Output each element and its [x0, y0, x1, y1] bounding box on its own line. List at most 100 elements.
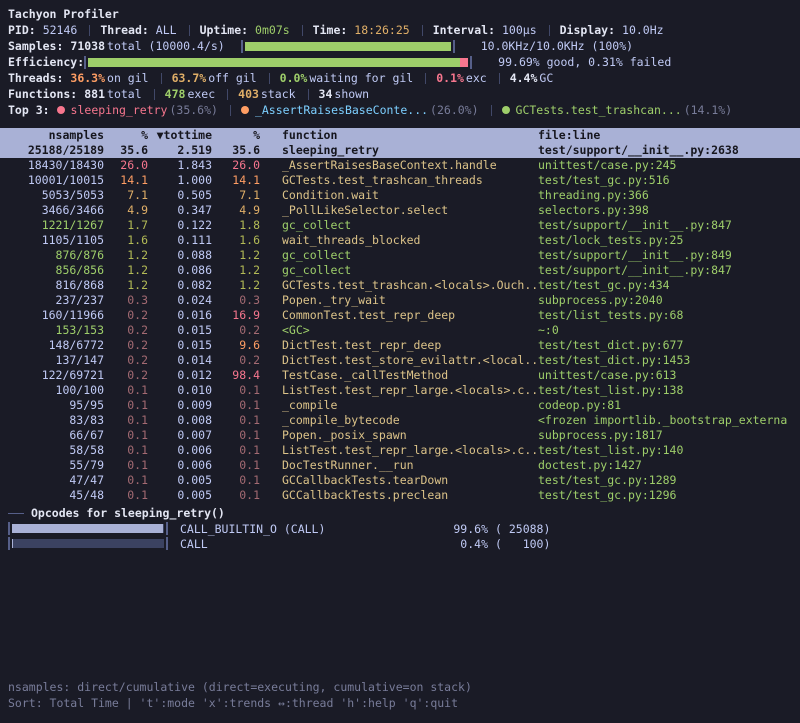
- time-label: Time:: [313, 23, 348, 37]
- functions-shown: 34: [319, 87, 333, 101]
- cell-pct-cum: 1.8: [212, 218, 260, 233]
- header-function[interactable]: function: [260, 128, 538, 143]
- cell-pct-total: 0.1: [104, 413, 148, 428]
- table-row[interactable]: 3466/34664.90.3474.9_PollLikeSelector.se…: [0, 203, 800, 218]
- cell-file-line: test/test_gc.py:434: [538, 278, 670, 293]
- table-row[interactable]: 137/1470.20.0140.2DictTest.test_store_ev…: [0, 353, 800, 368]
- cell-pct-total: 26.0: [104, 158, 148, 173]
- separator: [161, 73, 162, 84]
- app-title: Tachyon Profiler: [8, 7, 119, 21]
- cell-function: sleeping_retry: [260, 143, 538, 158]
- cell-nsamples: 100/100: [0, 383, 104, 398]
- test-tube-icon: [502, 106, 510, 114]
- opcode-bar-track: [12, 539, 164, 548]
- samples-line: Samples: 71038 total (10000.4/s) 10.0KHz…: [0, 38, 800, 54]
- cell-pct-total: 0.1: [104, 473, 148, 488]
- table-row[interactable]: 237/2370.30.0240.3Popen._try_waitsubproc…: [0, 293, 800, 308]
- cell-file-line: test/support/__init__.py:847: [538, 263, 732, 278]
- header-nsamples[interactable]: nsamples: [0, 128, 104, 143]
- table-row[interactable]: 876/8761.20.0881.2gc_collecttest/support…: [0, 248, 800, 263]
- separator: [89, 25, 90, 36]
- table-row[interactable]: 47/470.10.0050.1GCCallbackTests.tearDown…: [0, 473, 800, 488]
- cell-function: gc_collect: [260, 263, 538, 278]
- table-row[interactable]: 18430/1843026.01.84326.0_AssertRaisesBas…: [0, 158, 800, 173]
- cell-tottime: 0.005: [148, 488, 212, 503]
- table-row[interactable]: 148/67720.20.0159.6DictTest.test_repr_de…: [0, 338, 800, 353]
- cell-nsamples: 5053/5053: [0, 188, 104, 203]
- opcodes-title-text: Opcodes for sleeping_retry(): [31, 506, 225, 520]
- cell-tottime: 0.024: [148, 293, 212, 308]
- footer-keybinds: Sort: Total Time | 't':mode 'x':trends ↔…: [8, 695, 472, 711]
- cell-function: DocTestRunner.__run: [260, 458, 538, 473]
- cell-tottime: 1.843: [148, 158, 212, 173]
- samples-bar-track: [245, 42, 451, 51]
- table-row[interactable]: 66/670.10.0070.1Popen._posix_spawnsubpro…: [0, 428, 800, 443]
- table-header: nsamples % ▼tottime % function file:line: [0, 128, 800, 143]
- cell-nsamples: 66/67: [0, 428, 104, 443]
- separator: [425, 73, 426, 84]
- cell-nsamples: 1221/1267: [0, 218, 104, 233]
- cell-pct-cum: 0.1: [212, 398, 260, 413]
- efficiency-summary: 99.69% good, 0.31% failed: [498, 55, 671, 69]
- cell-file-line: threading.py:366: [538, 188, 649, 203]
- function-table: nsamples % ▼tottime % function file:line…: [0, 128, 800, 503]
- cell-pct-total: 0.1: [104, 383, 148, 398]
- table-row[interactable]: 1105/11051.60.1111.6wait_threads_blocked…: [0, 233, 800, 248]
- cell-function: _PollLikeSelector.select: [260, 203, 538, 218]
- status-line: PID: 52146 Thread: ALL Uptime: 0m07s Tim…: [0, 22, 800, 38]
- table-row[interactable]: 816/8681.20.0821.2GCTests.test_trashcan.…: [0, 278, 800, 293]
- cell-pct-total: 0.2: [104, 368, 148, 383]
- opcode-count: ( 25088): [495, 522, 550, 536]
- cell-nsamples: 153/153: [0, 323, 104, 338]
- table-row[interactable]: 153/1530.20.0150.2<GC>~:0: [0, 323, 800, 338]
- table-row[interactable]: 100/1000.10.0100.1ListTest.test_repr_lar…: [0, 383, 800, 398]
- table-row[interactable]: 45/480.10.0050.1GCCallbackTests.preclean…: [0, 488, 800, 503]
- threads-label: Threads:: [8, 71, 63, 85]
- cell-tottime: 0.014: [148, 353, 212, 368]
- opcode-bar-fill: [12, 524, 163, 533]
- cell-pct-cum: 26.0: [212, 158, 260, 173]
- functions-exec: 478: [165, 87, 186, 101]
- cell-file-line: doctest.py:1427: [538, 458, 642, 473]
- table-row[interactable]: 122/697210.20.01298.4TestCase._callTestM…: [0, 368, 800, 383]
- table-body: 25188/2518935.62.51935.6sleeping_retryte…: [0, 143, 800, 503]
- display-label: Display:: [560, 23, 615, 37]
- cell-tottime: 0.086: [148, 263, 212, 278]
- header-pct-cum[interactable]: %: [212, 128, 260, 143]
- cell-tottime: 0.016: [148, 308, 212, 323]
- cell-tottime: 0.111: [148, 233, 212, 248]
- cell-file-line: test/lock_tests.py:25: [538, 233, 683, 248]
- header-tottime-sorted[interactable]: ▼tottime: [148, 128, 212, 143]
- table-row[interactable]: 25188/2518935.62.51935.6sleeping_retryte…: [0, 143, 800, 158]
- cell-file-line: test/test_dict.py:677: [538, 338, 683, 353]
- top3-item-2-name: _AssertRaisesBaseConte...: [255, 103, 428, 117]
- opcode-rows: CALL_BUILTIN_O (CALL)99.6%( 25088)CALL0.…: [0, 521, 800, 551]
- header-pct-total[interactable]: %: [104, 128, 148, 143]
- cell-pct-total: 4.9: [104, 203, 148, 218]
- cell-nsamples: 160/11966: [0, 308, 104, 323]
- table-row[interactable]: 95/950.10.0090.1_compilecodeop.py:81: [0, 398, 800, 413]
- table-row[interactable]: 10001/1001514.11.00014.1GCTests.test_tra…: [0, 173, 800, 188]
- table-row[interactable]: 55/790.10.0060.1DocTestRunner.__rundocte…: [0, 458, 800, 473]
- table-row[interactable]: 1221/12671.70.1221.8gc_collecttest/suppo…: [0, 218, 800, 233]
- cell-pct-cum: 7.1: [212, 188, 260, 203]
- table-row[interactable]: 160/119660.20.01616.9CommonTest.test_rep…: [0, 308, 800, 323]
- table-row[interactable]: 5053/50537.10.5057.1Condition.waitthread…: [0, 188, 800, 203]
- cell-tottime: 0.122: [148, 218, 212, 233]
- top3-item-2-pct: (26.0%): [430, 103, 478, 117]
- header-file-line[interactable]: file:line: [538, 128, 600, 143]
- cell-nsamples: 1105/1105: [0, 233, 104, 248]
- cell-function: <GC>: [260, 323, 538, 338]
- table-row[interactable]: 856/8561.20.0861.2gc_collecttest/support…: [0, 263, 800, 278]
- top3-item-3-pct: (14.1%): [684, 103, 732, 117]
- separator: [308, 89, 309, 100]
- interval-label: Interval:: [433, 23, 495, 37]
- samples-rate: 10.0KHz/10.0KHz (100%): [481, 39, 633, 53]
- cell-file-line: test/test_list.py:140: [538, 443, 683, 458]
- table-row[interactable]: 83/830.10.0080.1_compile_bytecode<frozen…: [0, 413, 800, 428]
- separator: [227, 89, 228, 100]
- top3-item-1-name: sleeping_retry: [71, 103, 168, 117]
- uptime-label: Uptime:: [200, 23, 248, 37]
- thread-value[interactable]: ALL: [156, 23, 177, 37]
- table-row[interactable]: 58/580.10.0060.1ListTest.test_repr_large…: [0, 443, 800, 458]
